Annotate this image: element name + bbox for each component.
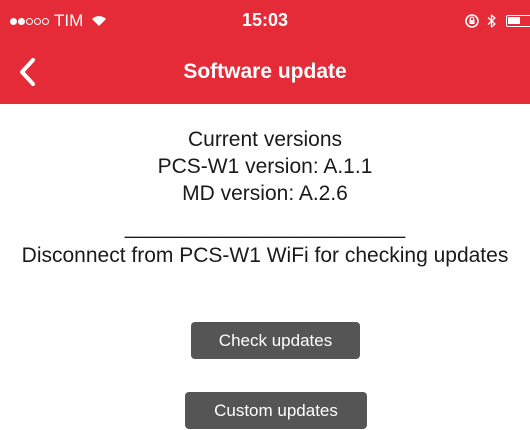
custom-updates-button[interactable]: Custom updates xyxy=(185,392,367,429)
bluetooth-icon xyxy=(487,14,496,28)
battery-icon xyxy=(506,15,530,27)
status-bar: TIM 15:03 xyxy=(0,0,530,40)
versions-block: Current versions PCS-W1 version: A.1.1 M… xyxy=(0,126,530,207)
status-time: 15:03 xyxy=(241,10,289,30)
disconnect-info-text: Disconnect from PCS-W1 WiFi for checking… xyxy=(21,244,509,267)
status-right xyxy=(464,11,530,31)
page-title: Software update xyxy=(183,60,347,83)
pcs-version-text: PCS-W1 version: A.1.1 xyxy=(157,155,373,178)
check-updates-button[interactable]: Check updates xyxy=(191,322,360,359)
separator-line: ________________________ xyxy=(124,216,406,239)
versions-heading: Current versions xyxy=(187,128,343,151)
md-version-text: MD version: A.2.6 xyxy=(182,182,348,205)
rotation-lock-icon xyxy=(465,14,479,28)
navigation-bar: Software update xyxy=(0,40,530,104)
